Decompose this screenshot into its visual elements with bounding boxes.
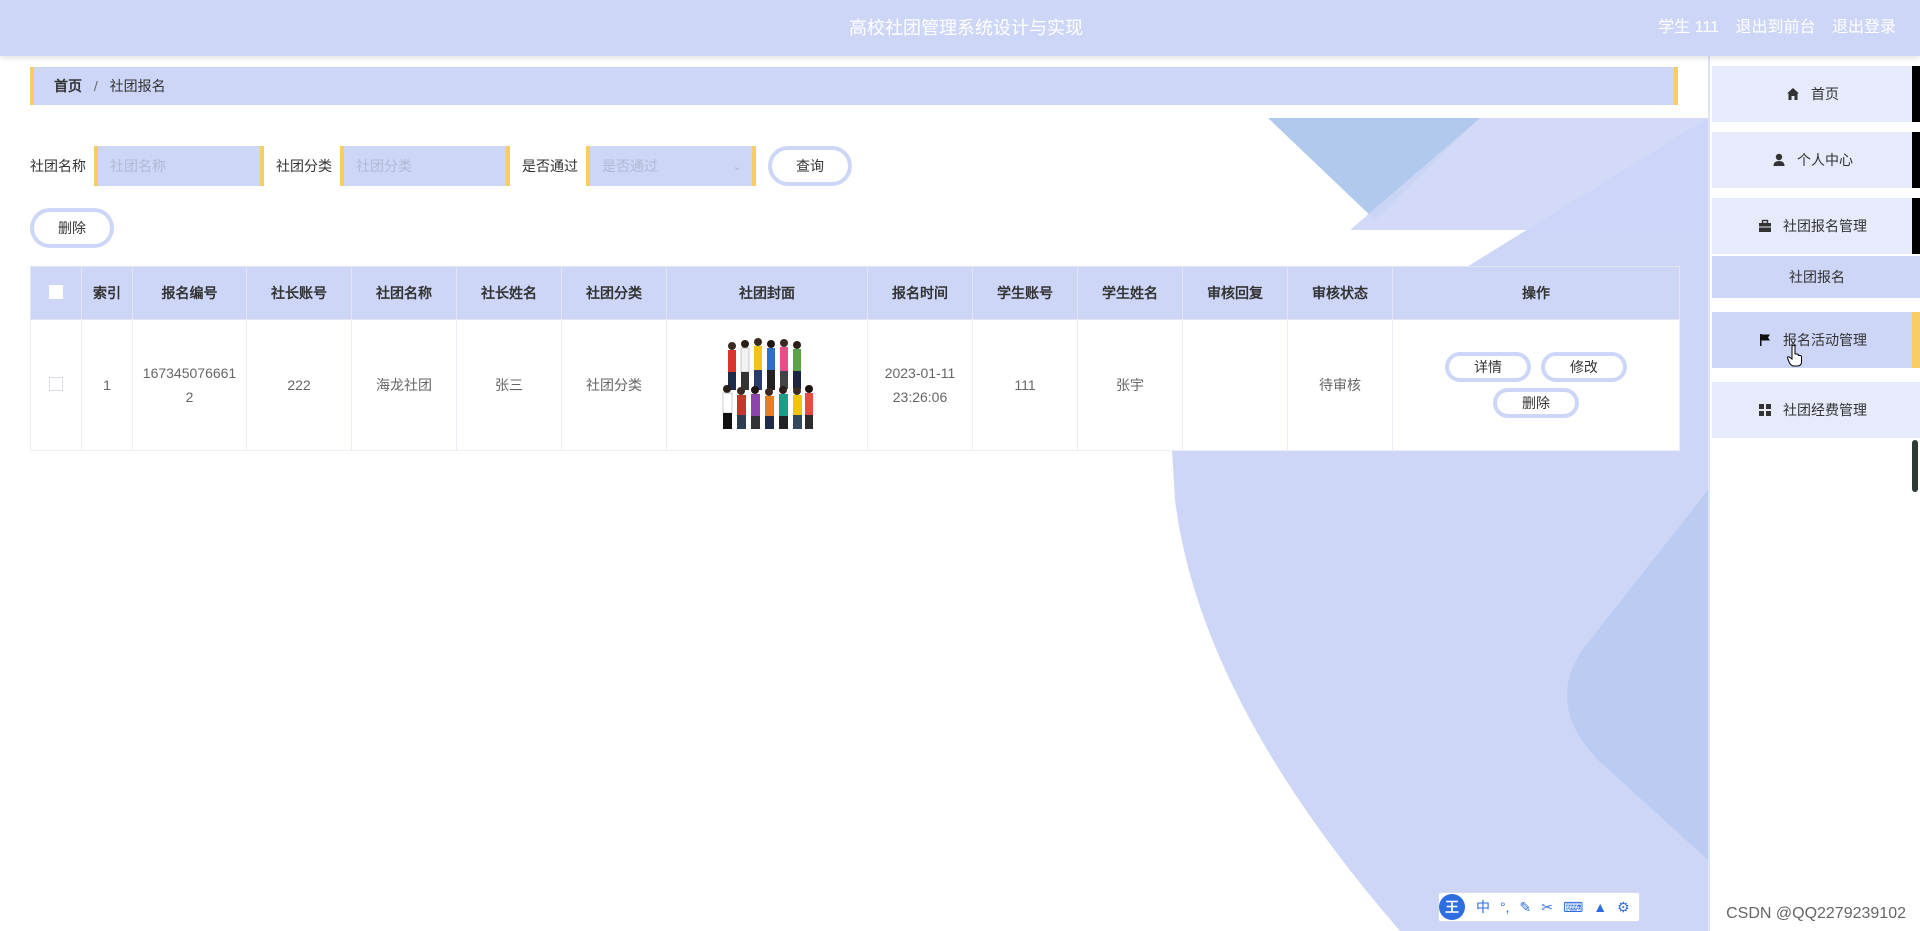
sidebar-item-label: 社团报名管理 bbox=[1783, 218, 1867, 234]
skin-shirt-icon[interactable]: ▲ bbox=[1593, 899, 1607, 915]
sidebar-item-club-registration[interactable]: 社团报名管理 bbox=[1712, 198, 1920, 254]
sidebar-item-club-funds[interactable]: 社团经费管理 bbox=[1712, 382, 1920, 438]
col-header: 社长姓名 bbox=[456, 266, 562, 320]
row-select-cell bbox=[30, 319, 82, 451]
sidebar-subitem-club-registration[interactable]: 社团报名 bbox=[1712, 256, 1920, 298]
col-header: 索引 bbox=[81, 266, 133, 320]
approved-label: 是否通过 bbox=[522, 158, 578, 174]
user-area: 学生 111 退出到前台 退出登录 bbox=[1646, 0, 1896, 56]
row-checkbox[interactable] bbox=[49, 376, 63, 391]
breadcrumb-home[interactable]: 首页 bbox=[54, 78, 82, 94]
pen-icon[interactable]: ✎ bbox=[1520, 899, 1532, 916]
top-bar: 高校社团管理系统设计与实现 学生 111 退出到前台 退出登录 bbox=[0, 0, 1920, 56]
sidebar: 首页 个人中心 社团报名管理 社团报名 报名活动管理 社团经费管理 bbox=[1708, 56, 1920, 931]
gear-icon[interactable]: ⚙ bbox=[1617, 899, 1630, 916]
club-name-label: 社团名称 bbox=[30, 158, 86, 174]
keyboard-icon[interactable]: ⌨ bbox=[1563, 899, 1583, 916]
col-header: 社团名称 bbox=[351, 266, 457, 320]
user-icon bbox=[1773, 153, 1785, 166]
col-header: 社长账号 bbox=[246, 266, 352, 320]
batch-delete-button[interactable]: 删除 bbox=[30, 208, 114, 248]
cell-review-reply bbox=[1182, 319, 1288, 451]
sidebar-item-label: 个人中心 bbox=[1797, 152, 1853, 168]
cell-review-status: 待审核 bbox=[1287, 319, 1393, 451]
col-header: 社团分类 bbox=[561, 266, 667, 320]
chevron-down-icon: ⌄ bbox=[731, 159, 742, 173]
sidebar-item-label: 首页 bbox=[1811, 86, 1839, 102]
registration-table: 索引 报名编号 社长账号 社团名称 社长姓名 社团分类 社团封面 报名时间 学生… bbox=[30, 266, 1680, 451]
cell-student-name: 张宇 bbox=[1077, 319, 1183, 451]
query-button[interactable]: 查询 bbox=[768, 146, 852, 186]
cell-reg-time: 2023-01-11 23:26:06 bbox=[867, 319, 973, 451]
breadcrumb-current: 社团报名 bbox=[109, 78, 166, 94]
col-header: 报名编号 bbox=[132, 266, 247, 320]
col-header: 操作 bbox=[1392, 266, 1680, 320]
approved-select[interactable]: 是否通过 ⌄ bbox=[586, 146, 756, 186]
reg-no-text: 1673450766612 bbox=[142, 365, 237, 405]
edit-button[interactable]: 修改 bbox=[1540, 352, 1627, 382]
select-all-checkbox[interactable] bbox=[49, 284, 63, 299]
club-name-input[interactable] bbox=[94, 146, 264, 186]
back-to-front-link[interactable]: 退出到前台 bbox=[1736, 19, 1816, 36]
detail-button[interactable]: 详情 bbox=[1445, 352, 1532, 382]
row-delete-button[interactable]: 删除 bbox=[1493, 388, 1579, 418]
sidebar-item-home[interactable]: 首页 bbox=[1712, 66, 1920, 122]
reg-time-text: 2023-01-11 23:26:06 bbox=[884, 365, 956, 405]
cell-cover bbox=[666, 319, 868, 451]
col-header: 学生姓名 bbox=[1077, 266, 1183, 320]
background-shapes bbox=[1172, 118, 1708, 931]
sidebar-item-label: 社团经费管理 bbox=[1783, 402, 1867, 418]
hand-cursor-icon bbox=[1786, 345, 1802, 367]
sidebar-item-activity-registration[interactable]: 报名活动管理 bbox=[1712, 312, 1920, 368]
flag-icon bbox=[1760, 334, 1770, 346]
club-category-label: 社团分类 bbox=[276, 158, 332, 174]
breadcrumb-separator: / bbox=[93, 78, 98, 94]
ime-language-toggle[interactable]: 中 bbox=[1476, 897, 1490, 917]
cell-student-account: 111 bbox=[972, 319, 1078, 451]
scissors-icon[interactable]: ✂ bbox=[1541, 899, 1553, 916]
col-header: 审核状态 bbox=[1287, 266, 1393, 320]
ime-logo[interactable]: 王 bbox=[1439, 894, 1465, 920]
briefcase-icon bbox=[1759, 219, 1771, 232]
cell-index: 1 bbox=[81, 319, 133, 451]
grid-icon bbox=[1759, 404, 1771, 416]
logout-link[interactable]: 退出登录 bbox=[1832, 19, 1896, 36]
cell-reg-no: 1673450766612 bbox=[132, 319, 247, 451]
col-header: 学生账号 bbox=[972, 266, 1078, 320]
club-cover-image bbox=[717, 333, 817, 434]
home-icon bbox=[1787, 88, 1799, 100]
current-user: 学生 111 bbox=[1658, 19, 1720, 36]
table-row: 1 1673450766612 222 海龙社团 张三 社团分类 2023-01… bbox=[30, 319, 1680, 451]
cell-leader-account: 222 bbox=[246, 319, 352, 451]
watermark: CSDN @QQ2279239102 bbox=[1726, 905, 1906, 922]
cell-actions: 详情 修改 删除 bbox=[1392, 319, 1680, 451]
table-header-row: 索引 报名编号 社长账号 社团名称 社长姓名 社团分类 社团封面 报名时间 学生… bbox=[30, 266, 1680, 320]
app-title: 高校社团管理系统设计与实现 bbox=[849, 18, 1083, 38]
cell-club-category: 社团分类 bbox=[561, 319, 667, 451]
club-category-input[interactable] bbox=[340, 146, 510, 186]
ime-toolbar: 王 中 °, ✎ ✂ ⌨ ▲ ⚙ bbox=[1438, 892, 1640, 922]
col-header: 社团封面 bbox=[666, 266, 868, 320]
breadcrumb: 首页 / 社团报名 bbox=[30, 67, 1678, 105]
cell-leader-name: 张三 bbox=[456, 319, 562, 451]
cell-club-name: 海龙社团 bbox=[351, 319, 457, 451]
sidebar-item-profile[interactable]: 个人中心 bbox=[1712, 132, 1920, 188]
scrollbar-handle[interactable] bbox=[1912, 440, 1918, 492]
search-form: 社团名称 社团分类 是否通过 是否通过 ⌄ 查询 bbox=[30, 146, 852, 186]
col-header: 审核回复 bbox=[1182, 266, 1288, 320]
col-header: 报名时间 bbox=[867, 266, 973, 320]
punctuation-icon[interactable]: °, bbox=[1500, 899, 1510, 915]
select-all-cell bbox=[30, 266, 82, 320]
approved-select-placeholder: 是否通过 bbox=[602, 158, 658, 174]
